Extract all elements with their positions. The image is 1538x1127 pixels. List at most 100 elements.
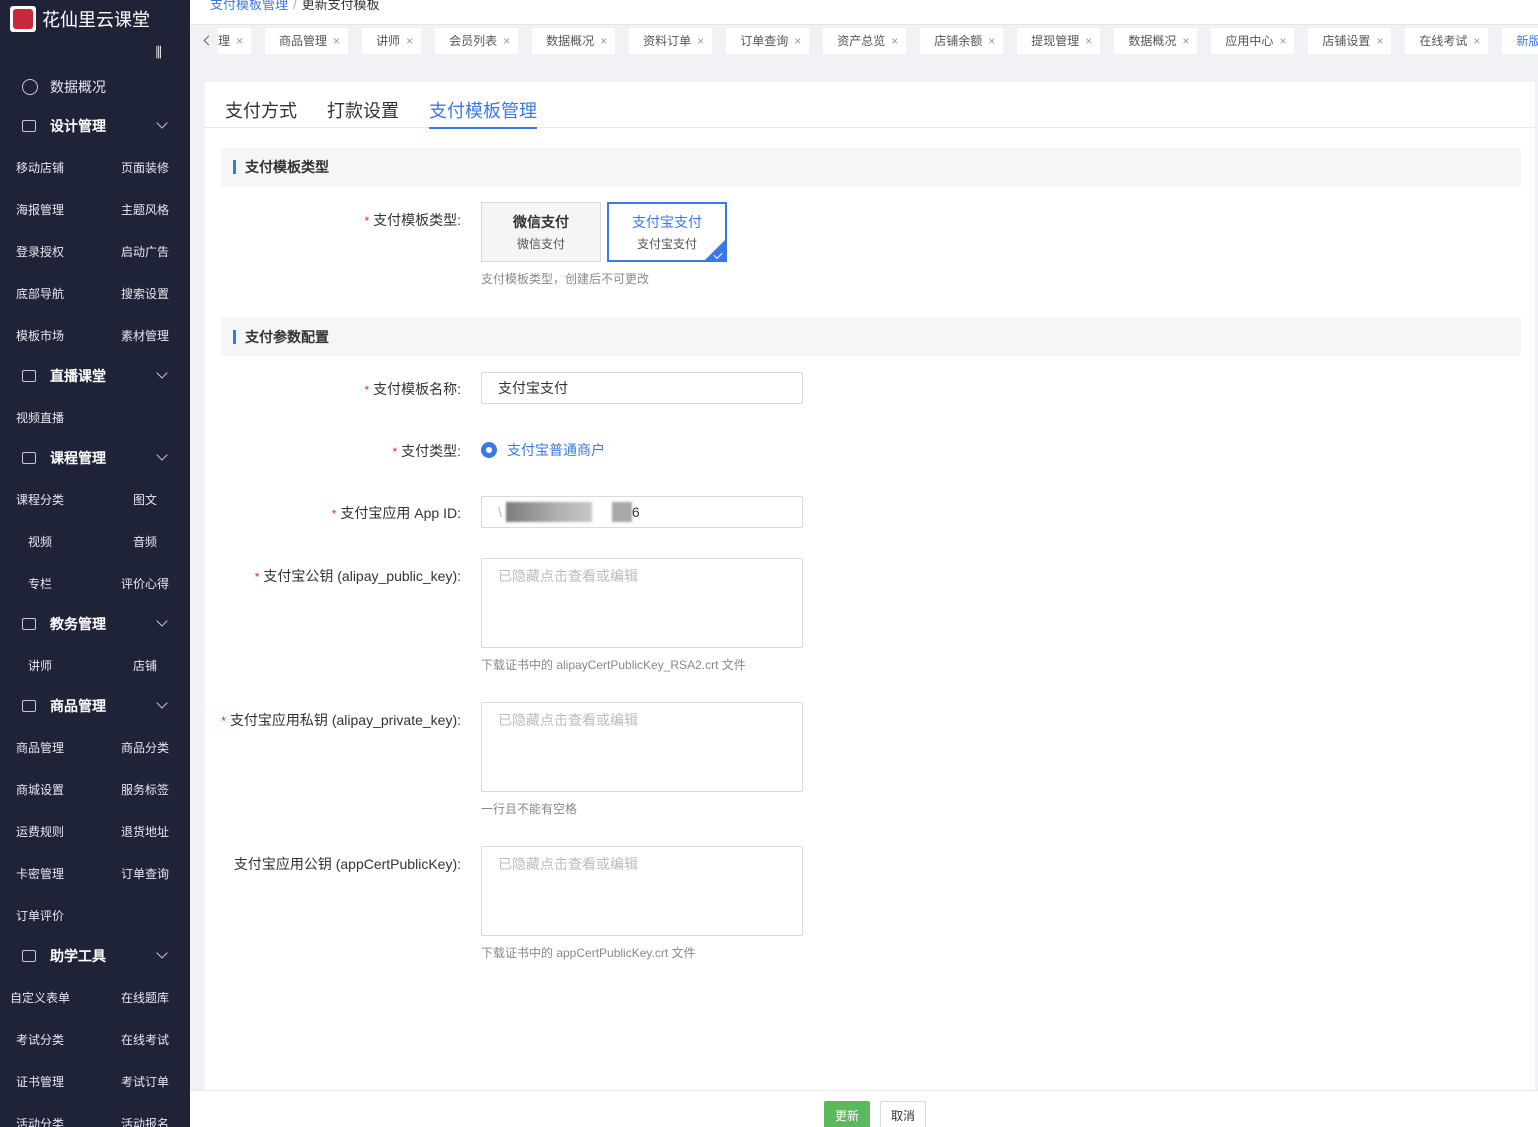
sidebar-item[interactable]: 店铺 [100, 644, 190, 686]
history-tab[interactable]: 店铺余额 × [920, 27, 1004, 54]
sidebar-item[interactable]: 移动店铺 [0, 146, 100, 188]
tab-payment-method[interactable]: 支付方式 [225, 97, 297, 127]
sidebar-group-title[interactable]: 课程管理 [0, 438, 190, 478]
tab-payout-settings[interactable]: 打款设置 [327, 97, 399, 127]
brand-logo [10, 6, 36, 32]
close-icon[interactable]: × [1182, 34, 1189, 48]
sidebar-item[interactable]: 登录授权 [0, 230, 100, 272]
cancel-button[interactable]: 取消 [880, 1101, 926, 1127]
history-tab[interactable]: 商品管理 × [265, 27, 349, 54]
breadcrumb: 支付模板管理 / 更新支付模板 [210, 0, 380, 13]
sidebar-item[interactable]: 商品分类 [100, 726, 190, 768]
sidebar-item[interactable]: 活动分类 [0, 1102, 100, 1127]
history-tab[interactable]: 数据概况 × [532, 27, 616, 54]
sidebar-item[interactable]: 搜索设置 [100, 272, 190, 314]
sidebar-item[interactable]: 图文 [100, 478, 190, 520]
history-tab[interactable]: 会员列表 × [435, 27, 519, 54]
close-icon[interactable]: × [1376, 34, 1383, 48]
history-tab[interactable]: 理 × [218, 27, 252, 54]
history-tab[interactable]: 提现管理 × [1017, 27, 1101, 54]
sidebar-item[interactable]: 专栏 [0, 562, 80, 604]
wechat-pay-card[interactable]: 微信支付 微信支付 [481, 202, 601, 262]
sidebar-item[interactable]: 在线考试 [100, 1018, 190, 1060]
sidebar-item[interactable]: 考试订单 [100, 1060, 190, 1102]
sidebar-item[interactable]: 启动广告 [100, 230, 190, 272]
app-cert-public-key-textarea[interactable]: 已隐藏点击查看或编辑 [481, 846, 803, 936]
close-icon[interactable]: × [794, 34, 801, 48]
group-title-label: 课程管理 [50, 450, 106, 466]
close-icon[interactable]: × [891, 34, 898, 48]
sidebar-item[interactable]: 考试分类 [0, 1018, 100, 1060]
sidebar-item[interactable]: 商品管理 [0, 726, 100, 768]
history-tab[interactable]: 店铺设置 × [1308, 27, 1392, 54]
alipay-card[interactable]: 支付宝支付 支付宝支付 [607, 202, 727, 262]
close-icon[interactable]: × [1473, 34, 1480, 48]
history-tab[interactable]: 资料订单 × [629, 27, 713, 54]
history-tab[interactable]: 数据概况 × [1114, 27, 1198, 54]
close-icon[interactable]: × [236, 34, 243, 48]
brand[interactable]: 花仙里云课堂 [0, 0, 190, 38]
radio-dot [481, 442, 497, 458]
sidebar: 花仙里云课堂 ⫼ 数据概况 设计管理 移动店铺 页面装修 海报管理 主题风格 登… [0, 0, 190, 1127]
close-icon[interactable]: × [406, 34, 413, 48]
close-icon[interactable]: × [697, 34, 704, 48]
update-button[interactable]: 更新 [824, 1101, 870, 1127]
tab-payment-template[interactable]: 支付模板管理 [429, 97, 537, 129]
sidebar-item[interactable]: 评价心得 [100, 562, 190, 604]
alipay-public-key-textarea[interactable]: 已隐藏点击查看或编辑 [481, 558, 803, 648]
sidebar-group-title[interactable]: 商品管理 [0, 686, 190, 726]
history-tab[interactable]: 在线考试 × [1405, 27, 1489, 54]
sidebar-item[interactable]: 活动报名 [100, 1102, 190, 1127]
sidebar-item[interactable]: 视频 [0, 520, 80, 562]
section-title: 支付参数配置 [221, 318, 1521, 356]
close-icon[interactable]: × [333, 34, 340, 48]
sidebar-item[interactable]: 视频直播 [0, 396, 100, 438]
history-tab-active[interactable]: 新版支 [1502, 27, 1538, 54]
template-name-input[interactable]: 支付宝支付 [481, 372, 803, 404]
chevron-down-icon [156, 697, 168, 709]
history-tab[interactable]: 资产总览 × [823, 27, 907, 54]
sidebar-item[interactable]: 卡密管理 [0, 852, 100, 894]
sidebar-item[interactable]: 在线题库 [100, 976, 190, 1018]
pay-type-radio[interactable]: 支付宝普通商户 [481, 440, 605, 460]
sidebar-item[interactable]: 底部导航 [0, 272, 100, 314]
close-icon[interactable]: × [503, 34, 510, 48]
alipay-private-key-textarea[interactable]: 已隐藏点击查看或编辑 [481, 702, 803, 792]
sidebar-item[interactable]: 退货地址 [100, 810, 190, 852]
sidebar-item[interactable]: 服务标签 [100, 768, 190, 810]
sidebar-item[interactable]: 订单评价 [0, 894, 100, 936]
history-tab[interactable]: 应用中心 × [1211, 27, 1295, 54]
sidebar-group-title[interactable]: 助学工具 [0, 936, 190, 976]
sidebar-item[interactable]: 课程分类 [0, 478, 100, 520]
close-icon[interactable]: × [1279, 34, 1286, 48]
section-title: 支付模板类型 [221, 148, 1521, 186]
field-hint: 下载证书中的 alipayCertPublicKey_RSA2.crt 文件 [481, 658, 746, 672]
sidebar-group-title[interactable]: 直播课堂 [0, 356, 190, 396]
sidebar-item[interactable]: 商城设置 [0, 768, 100, 810]
sidebar-item[interactable]: 页面装修 [100, 146, 190, 188]
app-id-input[interactable]: \ 6 [481, 496, 803, 528]
tab-label: 讲师 [376, 34, 401, 48]
sidebar-item[interactable]: 主题风格 [100, 188, 190, 230]
close-icon[interactable]: × [600, 34, 607, 48]
breadcrumb-parent-link[interactable]: 支付模板管理 [210, 0, 288, 12]
sidebar-item-overview[interactable]: 数据概况 [0, 68, 190, 106]
sidebar-item[interactable]: 证书管理 [0, 1060, 100, 1102]
sidebar-item[interactable]: 素材管理 [100, 314, 190, 356]
sidebar-item[interactable]: 订单查询 [100, 852, 190, 894]
sidebar-item[interactable]: 自定义表单 [0, 976, 100, 1018]
sidebar-group-title[interactable]: 设计管理 [0, 106, 190, 146]
sidebar-item[interactable]: 运费规则 [0, 810, 100, 852]
close-icon[interactable]: × [988, 34, 995, 48]
collapse-menu-button[interactable]: ⫼ [0, 38, 190, 66]
label-text: 支付模板类型: [373, 212, 461, 228]
history-tab[interactable]: 讲师 × [362, 27, 422, 54]
sidebar-group-live: 直播课堂 视频直播 [0, 356, 190, 438]
sidebar-item[interactable]: 讲师 [0, 644, 80, 686]
sidebar-item[interactable]: 海报管理 [0, 188, 100, 230]
sidebar-item[interactable]: 模板市场 [0, 314, 100, 356]
history-tab[interactable]: 订单查询 × [726, 27, 810, 54]
sidebar-group-title[interactable]: 教务管理 [0, 604, 190, 644]
sidebar-item[interactable]: 音频 [100, 520, 190, 562]
close-icon[interactable]: × [1085, 34, 1092, 48]
